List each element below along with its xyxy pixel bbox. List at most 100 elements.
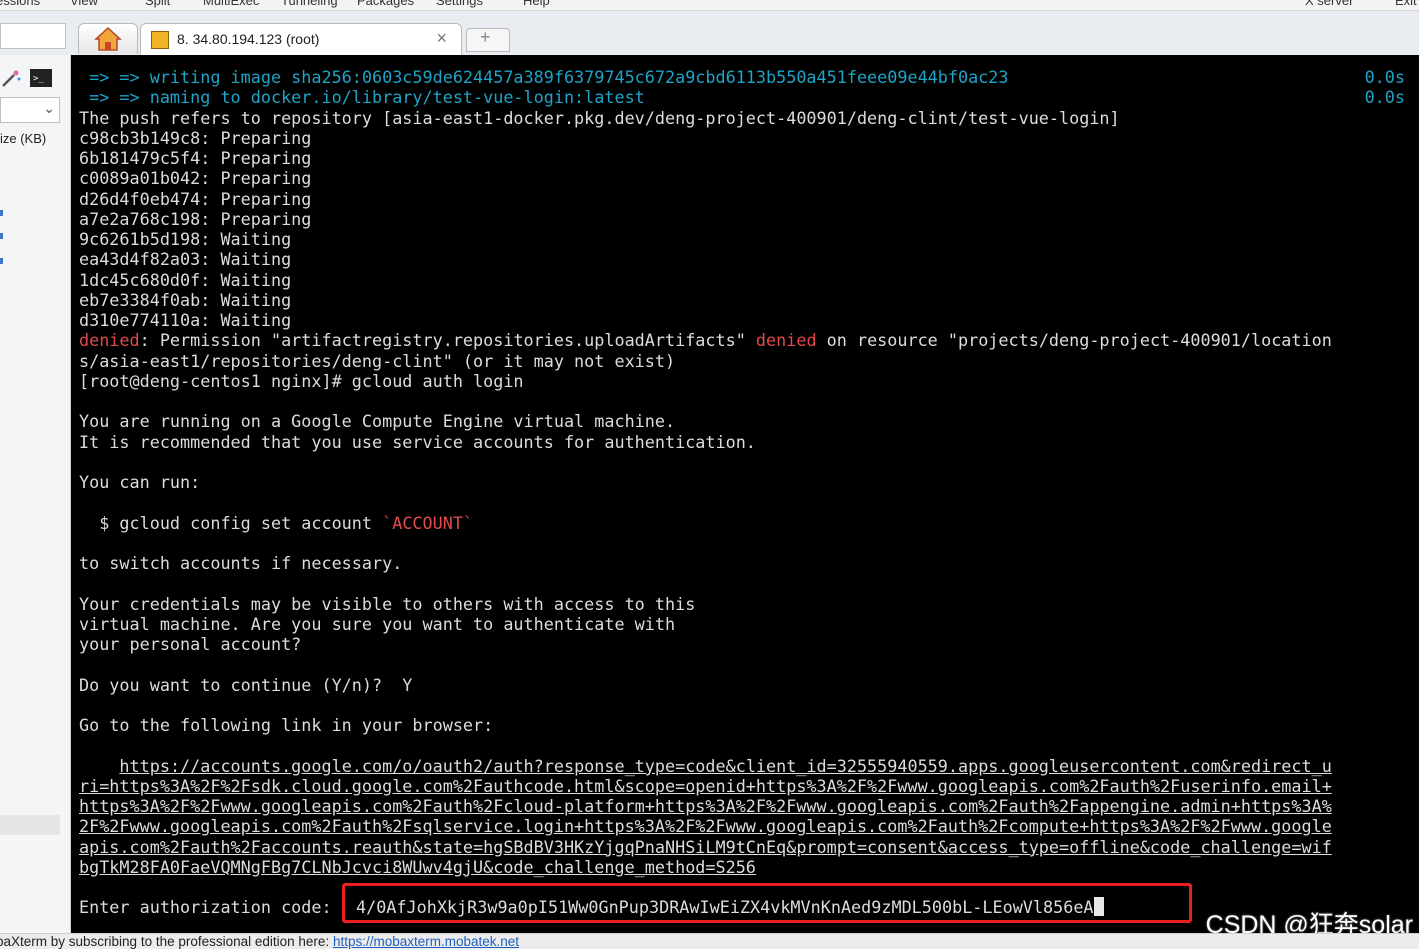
terminal-icon[interactable]: >_ — [30, 69, 52, 87]
session-tab[interactable]: 8. 34.80.194.123 (root) × — [140, 23, 462, 56]
terminal-line: => => naming to docker.io/library/test-v… — [79, 87, 1332, 107]
terminal-text[interactable]: 2F%2Fwww.googleapis.com%2Fauth%2Fsqlserv… — [79, 816, 1332, 836]
terminal-output: => => writing image sha256:0603c59de6244… — [79, 67, 1332, 918]
close-icon[interactable]: × — [436, 28, 447, 49]
terminal-text: ea43d4f82a03: Waiting — [79, 249, 292, 270]
terminal-text: denied — [755, 330, 817, 351]
terminal-text[interactable]: https%3A%2F%2Fwww.googleapis.com%2Fauth%… — [79, 796, 1332, 816]
column-header-size[interactable]: ize (KB) — [0, 131, 46, 146]
menu-item-settings[interactable]: Settings — [436, 0, 483, 8]
terminal-cursor — [1093, 897, 1104, 916]
terminal-line: It is recommended that you use service a… — [79, 432, 1332, 452]
terminal-text[interactable]: ri=https%3A%2F%2Fsdk.cloud.google.com%2F… — [79, 776, 1332, 796]
terminal-text: d310e774110a: Waiting — [79, 310, 292, 330]
svg-text:>_: >_ — [33, 74, 44, 84]
status-message: baXterm by subscribing to the profession… — [0, 934, 519, 949]
terminal-text: 1dc45c680d0f: Waiting — [79, 269, 292, 290]
magic-wand-icon[interactable] — [0, 67, 22, 89]
terminal-text: on resource "projects/deng-project-40090… — [816, 330, 1332, 351]
terminal-line: bgTkM28FA0FaeVQMNgFBg7CLNbJcvci8WUwv4gjU… — [79, 857, 1332, 877]
terminal-line: ea43d4f82a03: Waiting — [79, 249, 1332, 269]
list-item-marker — [0, 210, 3, 216]
menu-item-help[interactable]: Help — [523, 0, 550, 8]
session-tab-title: 8. 34.80.194.123 (root) — [177, 31, 320, 47]
tab-bar: 8. 34.80.194.123 (root) × + — [0, 11, 1419, 56]
terminal-line: You are running on a Google Compute Engi… — [79, 411, 1332, 431]
terminal-line: c0089a01b042: Preparing — [79, 168, 1332, 188]
menu-item-exit[interactable]: Exit — [1395, 0, 1417, 8]
sidebar-selected-row[interactable] — [0, 815, 60, 835]
terminal-text: `ACCOUNT` — [382, 512, 474, 533]
build-time: 0.0s — [1364, 87, 1405, 108]
terminal-line: d310e774110a: Waiting — [79, 310, 1332, 330]
terminal-window[interactable]: => => writing image sha256:0603c59de6244… — [71, 55, 1419, 933]
terminal-text: [root@deng-centos1 nginx]# gcloud auth l… — [79, 370, 524, 391]
terminal-text: You are running on a Google Compute Engi… — [79, 411, 676, 432]
terminal-line: s/asia-east1/repositories/deng-clint" (o… — [79, 351, 1332, 371]
terminal-line: 1dc45c680d0f: Waiting — [79, 270, 1332, 290]
terminal-text: Go to the following link in your browser… — [79, 715, 494, 735]
terminal-text: s/asia-east1/repositories/deng-clint" (o… — [79, 350, 676, 371]
terminal-line: 9c6261b5d198: Waiting — [79, 229, 1332, 249]
home-tab[interactable] — [78, 23, 138, 54]
terminal-text: denied — [79, 330, 140, 351]
terminal-text: => => naming to docker.io/library/test-v… — [79, 87, 645, 108]
auth-code-input[interactable]: 4/0AfJohXkjR3w9a0pI51Ww0GnPup3DRAwIwEiZX… — [356, 897, 1104, 917]
sidebar-folder-select[interactable]: ⌄ — [0, 97, 60, 123]
sidebar-path-input[interactable] — [0, 23, 66, 49]
terminal-line: You can run: — [79, 472, 1332, 492]
menu-item-packages[interactable]: Packages — [357, 0, 414, 8]
list-item-marker — [0, 258, 3, 264]
terminal-text: virtual machine. Are you sure you want t… — [79, 613, 676, 634]
terminal-text[interactable]: https://accounts.google.com/o/oauth2/aut… — [119, 756, 1331, 776]
terminal-line: ri=https%3A%2F%2Fsdk.cloud.google.com%2F… — [79, 776, 1332, 796]
terminal-line: d26d4f0eb474: Preparing — [79, 189, 1332, 209]
status-text: baXterm by subscribing to the profession… — [0, 934, 333, 949]
build-time: 0.0s — [1364, 67, 1405, 87]
list-item-marker — [0, 233, 3, 239]
menu-item-split[interactable]: Split — [145, 0, 170, 8]
terminal-line: virtual machine. Are you sure you want t… — [79, 614, 1332, 634]
terminal-line: Do you want to continue (Y/n)? Y — [79, 675, 1332, 695]
terminal-text[interactable]: apis.com%2Fauth%2Faccounts.reauth&state=… — [79, 837, 1332, 857]
terminal-line: denied: Permission "artifactregistry.rep… — [79, 330, 1332, 350]
terminal-text: a7e2a768c198: Preparing — [79, 208, 312, 229]
terminal-text: => => writing image sha256:0603c59de6244… — [79, 67, 1009, 87]
terminal-text[interactable]: bgTkM28FA0FaeVQMNgFBg7CLNbJcvci8WUwv4gjU… — [79, 857, 756, 877]
terminal-line: https%3A%2F%2Fwww.googleapis.com%2Fauth%… — [79, 796, 1332, 816]
terminal-text: to switch accounts if necessary. — [79, 553, 403, 573]
terminal-text: your personal account? — [79, 634, 302, 654]
terminal-line: a7e2a768c198: Preparing — [79, 209, 1332, 229]
terminal-line: Your credentials may be visible to other… — [79, 594, 1332, 614]
terminal-line: eb7e3384f0ab: Waiting — [79, 290, 1332, 310]
terminal-line: to switch accounts if necessary. — [79, 553, 1332, 573]
menu-item-tunneling[interactable]: Tunneling — [281, 0, 338, 8]
terminal-text: : Permission "artifactregistry.repositor… — [139, 330, 756, 351]
sidebar-toolbar: >_ — [0, 67, 70, 91]
menu-item-sessions[interactable]: essions — [0, 0, 40, 8]
terminal-text: You can run: — [79, 472, 201, 492]
terminal-line: c98cb3b149c8: Preparing — [79, 128, 1332, 148]
home-icon — [94, 26, 122, 51]
new-tab-button[interactable]: + — [466, 27, 510, 52]
mobatek-link[interactable]: https://mobaxterm.mobatek.net — [333, 934, 519, 949]
terminal-line: [root@deng-centos1 nginx]# gcloud auth l… — [79, 371, 1332, 391]
menu-item-xserver[interactable]: X server — [1305, 0, 1353, 8]
terminal-text: Your credentials may be visible to other… — [79, 593, 696, 614]
menu-item-view[interactable]: View — [70, 0, 98, 8]
terminal-text: Enter authorization code: — [79, 897, 332, 918]
terminal-text: It is recommended that you use service a… — [79, 431, 756, 452]
terminal-line: $ gcloud config set account `ACCOUNT` — [79, 513, 1332, 533]
terminal-line: 2F%2Fwww.googleapis.com%2Fauth%2Fsqlserv… — [79, 816, 1332, 836]
menu-item-multiexec[interactable]: MultiExec — [203, 0, 259, 8]
terminal-text: d26d4f0eb474: Preparing — [79, 188, 312, 209]
